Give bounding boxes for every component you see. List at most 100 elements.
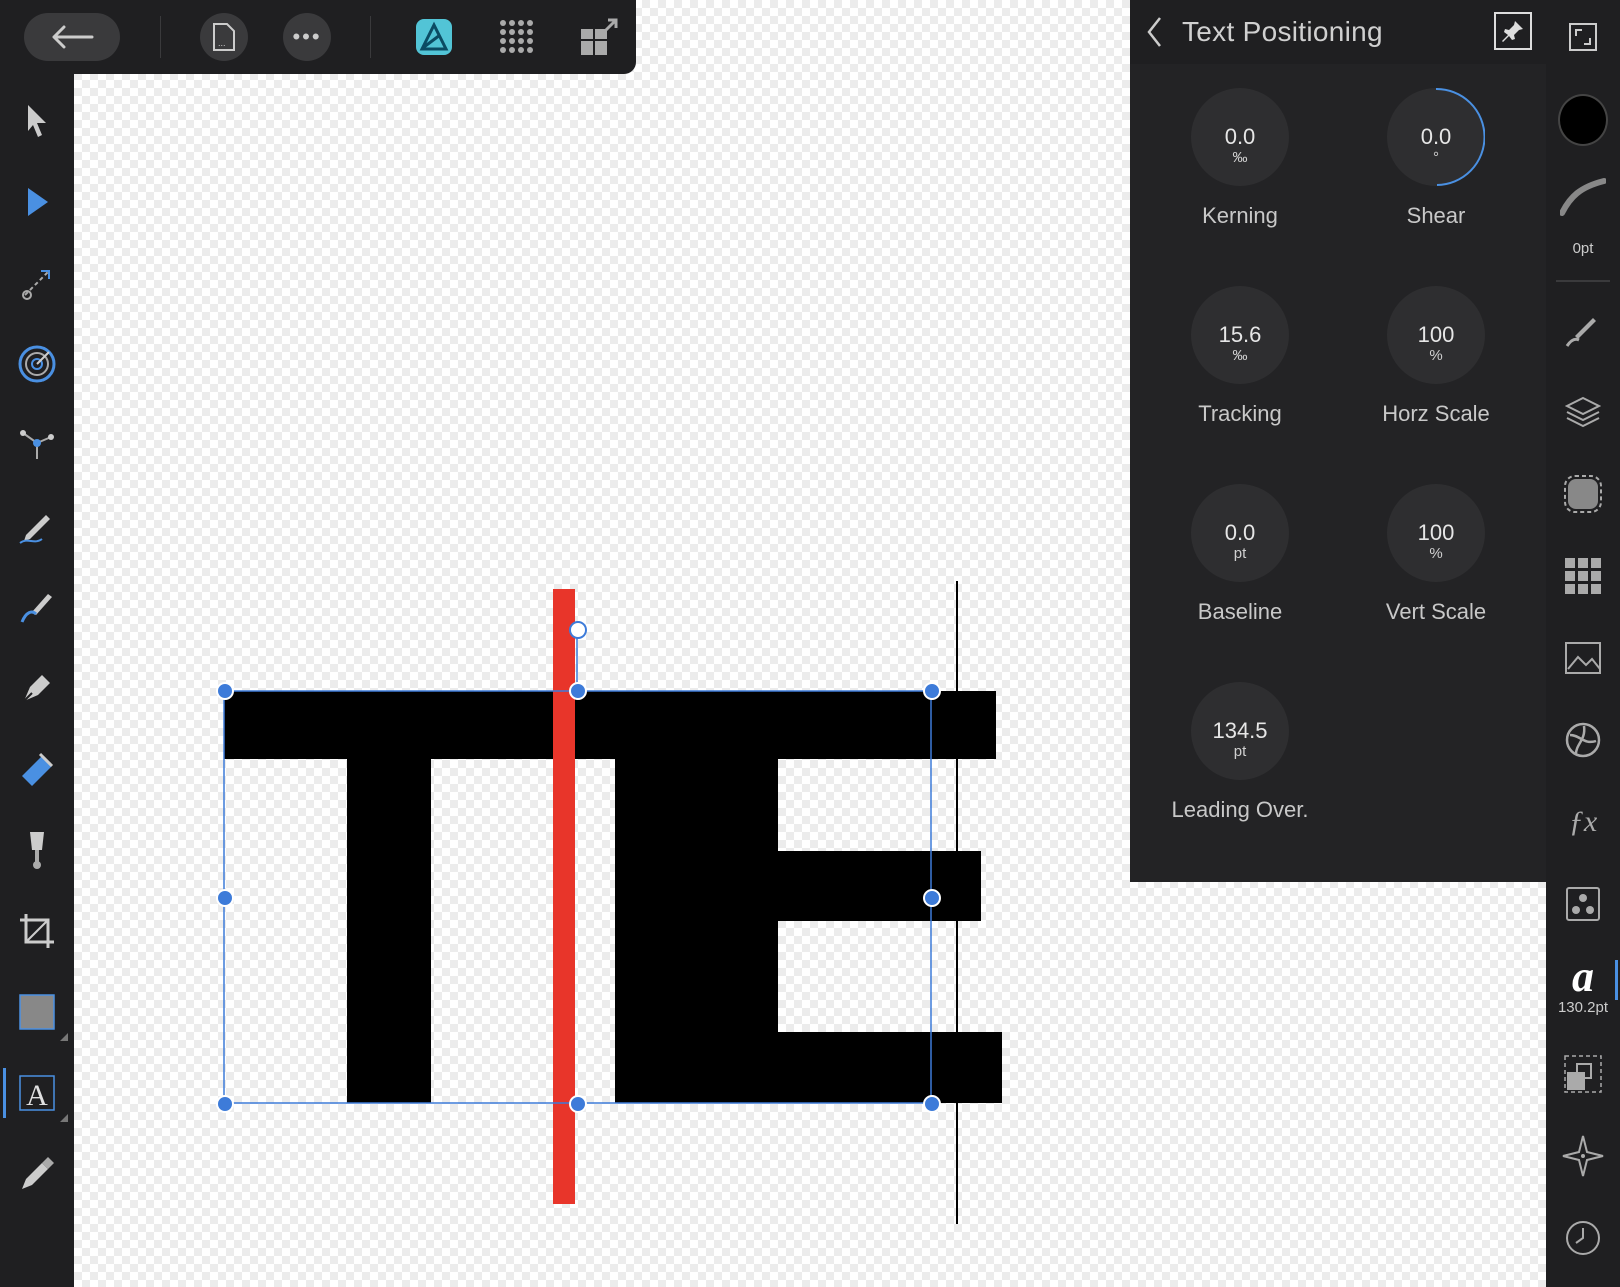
history-button[interactable] — [1558, 1213, 1608, 1263]
top-toolbar: ... ••• — [0, 0, 636, 74]
export-icon — [581, 18, 618, 55]
letter-e[interactable] — [615, 691, 1002, 1103]
color-swatch-button[interactable] — [1558, 94, 1608, 146]
stroke-button[interactable] — [1558, 172, 1608, 222]
kerning-label: Kerning — [1202, 203, 1278, 228]
fill-tool-icon — [22, 752, 54, 786]
brush-icon — [1565, 318, 1596, 347]
transparency-tool[interactable] — [12, 825, 62, 875]
brushes-button[interactable] — [1558, 305, 1608, 355]
vert-scale-dial[interactable]: 100 % — [1387, 484, 1485, 582]
rotate-handle[interactable] — [569, 621, 587, 639]
handle-top-right[interactable] — [923, 682, 941, 700]
persona-designer-icon — [416, 19, 452, 55]
handle-top-left[interactable] — [216, 682, 234, 700]
back-button[interactable] — [24, 13, 120, 61]
text-frame-edge — [956, 581, 958, 1224]
handle-middle-right[interactable] — [923, 889, 941, 907]
stroke-width-label: 0pt — [1572, 240, 1594, 257]
vector-brush-icon — [20, 594, 52, 623]
corner-tool-icon — [22, 270, 50, 300]
studio-divider — [1556, 280, 1610, 282]
text-caret — [553, 589, 575, 1204]
fx-icon: ƒx — [1568, 805, 1598, 838]
fullscreen-button[interactable] — [1558, 12, 1608, 62]
panel-header: Text Positioning — [1130, 0, 1546, 64]
tracking-dial[interactable]: 15.6 ‰ — [1191, 286, 1289, 384]
swatches-button[interactable] — [1558, 551, 1608, 601]
vert-scale-unit: % — [1429, 545, 1443, 562]
chevron-left-icon[interactable] — [1146, 16, 1164, 48]
node-tool-icon — [28, 188, 48, 216]
kerning-value: 0.0 — [1224, 124, 1256, 149]
contour-tool[interactable] — [12, 339, 62, 389]
transparency-tool-icon — [30, 832, 44, 869]
tracking-label: Tracking — [1198, 401, 1282, 426]
pen-tool[interactable] — [12, 663, 62, 713]
styles-button[interactable] — [1558, 879, 1608, 929]
handle-top-center[interactable] — [569, 682, 587, 700]
fx-button[interactable]: ƒx — [1558, 797, 1608, 847]
node-tool[interactable] — [12, 177, 62, 227]
move-tool[interactable] — [12, 96, 62, 146]
vector-brush-tool[interactable] — [12, 582, 62, 632]
move-tool-icon — [28, 105, 46, 137]
point-transform-tool[interactable] — [12, 420, 62, 470]
transform-icon — [1564, 1055, 1602, 1093]
transform-button[interactable] — [1558, 1049, 1608, 1099]
corner-tool[interactable] — [12, 258, 62, 308]
image-icon — [1565, 642, 1601, 674]
kerning-dial[interactable]: 0.0 ‰ — [1191, 88, 1289, 186]
character-icon — [1566, 887, 1600, 921]
font-size-label: 130.2pt — [1557, 999, 1609, 1016]
panel-title: Text Positioning — [1182, 16, 1383, 47]
appearance-button[interactable] — [1558, 715, 1608, 765]
navigator-button[interactable] — [1558, 1131, 1608, 1181]
target-icon — [18, 345, 56, 383]
pen-icon — [23, 675, 50, 702]
export-persona-button[interactable] — [575, 13, 623, 61]
vert-scale-label: Vert Scale — [1385, 599, 1487, 624]
document-button[interactable]: ... — [200, 13, 248, 61]
pencil-tool[interactable] — [12, 501, 62, 551]
pixel-persona-button[interactable] — [493, 13, 541, 61]
text-style-icon: a — [1572, 952, 1594, 1001]
tools-panel: A — [0, 74, 74, 1287]
navigator-icon — [1562, 1135, 1604, 1177]
baseline-dial[interactable]: 0.0 pt — [1191, 484, 1289, 582]
text-positioning-panel: Text Positioning 0.0 ‰ Kerning 0.0 ° She… — [1130, 0, 1546, 882]
crop-icon — [20, 914, 54, 948]
rectangle-tool[interactable] — [12, 987, 68, 1041]
color-picker-icon — [22, 1157, 54, 1189]
studio-bar: 0pt ƒx a 130.2pt — [1546, 0, 1620, 1287]
pencil-icon — [19, 515, 50, 544]
shear-dial[interactable]: 0.0 ° — [1387, 88, 1485, 186]
more-button[interactable]: ••• — [283, 13, 331, 61]
handle-bottom-center[interactable] — [569, 1095, 587, 1113]
handle-bottom-left[interactable] — [216, 1095, 234, 1113]
artistic-text-tool[interactable]: A — [3, 1068, 68, 1122]
designer-persona-button[interactable] — [410, 13, 458, 61]
fill-tool[interactable] — [12, 744, 62, 794]
history-icon — [1566, 1221, 1600, 1255]
vert-scale-value: 100 — [1417, 520, 1455, 545]
handle-middle-left[interactable] — [216, 889, 234, 907]
pin-button[interactable] — [1494, 12, 1532, 50]
stroke-icon — [1560, 178, 1606, 216]
fullscreen-icon — [1569, 23, 1597, 51]
text-style-button[interactable]: a — [1558, 952, 1608, 1002]
crop-tool[interactable] — [12, 906, 62, 956]
leading-dial[interactable]: 134.5 pt — [1191, 682, 1289, 780]
effects-button[interactable] — [1558, 469, 1608, 519]
rectangle-icon — [19, 994, 55, 1030]
color-picker-tool[interactable] — [12, 1149, 62, 1199]
baseline-value: 0.0 — [1224, 520, 1256, 545]
leading-value: 134.5 — [1212, 718, 1268, 743]
shear-value: 0.0 — [1420, 124, 1452, 149]
horz-scale-dial[interactable]: 100 % — [1387, 286, 1485, 384]
stock-button[interactable] — [1558, 633, 1608, 683]
handle-bottom-right[interactable] — [923, 1095, 941, 1113]
tracking-unit: ‰ — [1232, 347, 1248, 364]
layers-button[interactable] — [1558, 387, 1608, 437]
swatches-grid-icon — [1565, 558, 1601, 594]
